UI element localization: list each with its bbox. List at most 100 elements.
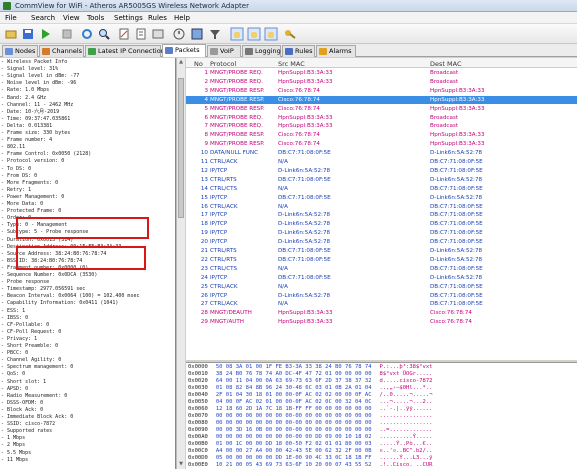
tree-node[interactable]: - Signal level: 31%: [1, 66, 58, 72]
tab-channels[interactable]: Channels: [39, 45, 84, 57]
tree-node[interactable]: - Time: 09:37:47.035861: [1, 116, 70, 122]
tree-node[interactable]: - Protected Frame: 0: [1, 208, 61, 214]
tree-node[interactable]: - Beacon Interval: 0x0064 (100) = 102.40…: [1, 293, 139, 299]
tree-node[interactable]: - Spectrum management: 0: [1, 364, 73, 370]
alarm-icon[interactable]: [172, 27, 186, 41]
packet-row[interactable]: 8 MNGT/PROBE RESP. Cisco:76:78:74 HpnSuppl:…: [186, 131, 577, 139]
scroll-thumb[interactable]: [178, 78, 184, 218]
packet-row[interactable]: 29 MNGT/AUTH HpnSuppl:B3:3A:33 Cisco:76:78:…: [186, 318, 577, 326]
tree-node[interactable]: - Retry: 1: [1, 187, 31, 193]
find-icon[interactable]: [97, 27, 111, 41]
start-icon[interactable]: [38, 27, 52, 41]
tree-node[interactable]: - CF-Pollable: 0: [1, 322, 49, 328]
tree-node[interactable]: - Protocol version: 0: [1, 158, 64, 164]
settings-icon[interactable]: [190, 27, 204, 41]
tree-node[interactable]: - Frame size: 330 bytes: [1, 130, 70, 136]
tab-latest-ip[interactable]: Latest IP Connections: [85, 45, 168, 57]
stop-icon[interactable]: [60, 27, 74, 41]
packet-row[interactable]: 6 MNGT/PROBE REQ. HpnSuppl:B3:3A:33 Broadca…: [186, 114, 577, 122]
tab-alarms[interactable]: Alarms: [316, 45, 356, 57]
packet-row[interactable]: 25 CTRL/ACK N/A DB:C7:71:08:0F:5E: [186, 283, 577, 291]
tree-node[interactable]: - Immediate Block Ack: 0: [1, 414, 73, 420]
hand2-icon[interactable]: [247, 27, 261, 41]
packet-row[interactable]: 21 CTRL/RTS DB:C7:71:08:0F:5E D-Link6n:5A:5…: [186, 247, 577, 255]
tab-rules[interactable]: Rules: [282, 45, 315, 57]
tree-node[interactable]: - QoS: 0: [1, 371, 25, 377]
tree-node[interactable]: - Wireless Packet Info: [1, 59, 67, 65]
tree-node[interactable]: - Rate: 1.0 Mbps: [1, 87, 49, 93]
tree-node[interactable]: - Band: 2.4 GHz: [1, 95, 46, 101]
packet-row[interactable]: 7 MNGT/PROBE REQ. HpnSuppl:B3:3A:33 Broadca…: [186, 122, 577, 130]
tree-node[interactable]: - From DS: 0: [1, 173, 37, 179]
hand3-icon[interactable]: [264, 27, 278, 41]
packet-row[interactable]: 20 IP/TCP D-Link6n:5A:52:78 DB:C7:71:08:0F:…: [186, 238, 577, 246]
tree-node[interactable]: - To DS: 0: [1, 166, 31, 172]
tree-node[interactable]: - 2 Mbps: [1, 442, 25, 448]
menu-view[interactable]: View: [63, 14, 80, 22]
tree-node[interactable]: - CF-Poll Request: 0: [1, 329, 61, 335]
menu-settings[interactable]: Settings: [114, 14, 143, 22]
tab-voip[interactable]: VoIP: [207, 45, 241, 57]
tree-node[interactable]: - Probe response: [1, 279, 49, 285]
tree-node[interactable]: - Block Ack: 0: [1, 407, 43, 413]
tree-node[interactable]: - Capability Information: 0x0411 (1041): [1, 300, 118, 306]
packet-row[interactable]: 12 IP/TCP D-Link6n:5A:52:78 DB:C7:71:08:0F:…: [186, 167, 577, 175]
scroll-up-icon[interactable]: ▲: [178, 59, 184, 66]
tree-node[interactable]: - Sequence Number: 0x0DCA (3530): [1, 272, 97, 278]
packet-row[interactable]: 26 IP/TCP D-Link6n:5A:52:78 DB:C7:71:08:0F:…: [186, 292, 577, 300]
packet-row[interactable]: 16 CTRL/ACK N/A DB:C7:71:08:0F:5E: [186, 203, 577, 211]
tab-logging[interactable]: Logging: [242, 45, 281, 57]
tree-node[interactable]: - Channel Agility: 0: [1, 357, 61, 363]
packet-row[interactable]: 23 CTRL/CTS N/A DB:C7:71:08:0F:5E: [186, 265, 577, 273]
rules-icon[interactable]: [151, 27, 165, 41]
tree-node[interactable]: - Timestamp: 2977.056591 sec: [1, 286, 85, 292]
tree-node[interactable]: - DSSS-OFDM: 0: [1, 400, 43, 406]
tree-node[interactable]: - Frame number: 4: [1, 137, 52, 143]
key-icon[interactable]: [283, 27, 297, 41]
menu-search[interactable]: Search: [31, 14, 55, 22]
packet-row[interactable]: 4 MNGT/PROBE RESP. Cisco:76:78:74 HpnSuppl:…: [186, 95, 577, 105]
tree-node[interactable]: - Channel: 11 - 2462 MHz: [1, 102, 73, 108]
packet-row[interactable]: 19 IP/TCP D-Link6n:5A:52:78 DB:C7:71:08:0F:…: [186, 229, 577, 237]
tree-node[interactable]: - Frame Control: 0x0050 (2128): [1, 151, 91, 157]
tree-node[interactable]: - 1 Mbps: [1, 435, 25, 441]
tree-node[interactable]: - Privacy: 1: [1, 336, 37, 342]
packet-row[interactable]: 13 CTRL/RTS DB:C7:71:08:0F:5E D-Link6n:5A:5…: [186, 176, 577, 184]
packet-row[interactable]: 28 MNGT/DEAUTH HpnSuppl:B3:3A:33 Cisco:76:7…: [186, 309, 577, 317]
report-icon[interactable]: [134, 27, 148, 41]
tree-node[interactable]: - Radio Measurement: 0: [1, 393, 67, 399]
packet-row[interactable]: 9 MNGT/PROBE RESP. Cisco:76:78:74 HpnSuppl:…: [186, 140, 577, 148]
tree-node[interactable]: - 11 Mbps: [1, 457, 28, 463]
packet-row[interactable]: 1 MNGT/PROBE REQ. HpnSuppl:B3:3A:33 Broadca…: [186, 69, 577, 77]
menu-tools[interactable]: Tools: [87, 14, 104, 22]
col-dest-mac[interactable]: Dest MAC: [430, 60, 461, 68]
menu-help[interactable]: Help: [174, 14, 190, 22]
packet-row[interactable]: 15 IP/TCP DB:C7:71:08:0F:5E D-Link6n:5A:52:…: [186, 194, 577, 202]
tree-node[interactable]: - 5.5 Mbps: [1, 450, 31, 456]
packet-row[interactable]: 27 CTRL/ACK N/A DB:C7:71:08:0F:5E: [186, 300, 577, 308]
tree-node[interactable]: - Signal level in dBm: -77: [1, 73, 79, 79]
tree-node[interactable]: - PBCC: 0: [1, 350, 28, 356]
packet-row[interactable]: 14 CTRL/CTS N/A DB:C7:71:08:0F:5E: [186, 185, 577, 193]
packet-row[interactable]: 5 MNGT/PROBE RESP. Cisco:76:78:74 HpnSuppl:…: [186, 105, 577, 113]
packet-row[interactable]: 18 IP/TCP D-Link6n:5A:52:78 DB:C7:71:08:0F:…: [186, 220, 577, 228]
tree-node[interactable]: - Delta: 0.013381: [1, 123, 52, 129]
packet-row[interactable]: 3 MNGT/PROBE RESP. Cisco:76:78:74 HpnSuppl:…: [186, 87, 577, 95]
packet-row[interactable]: 11 CTRL/ACK N/A DB:C7:71:08:0F:5E: [186, 158, 577, 166]
open-icon[interactable]: [4, 27, 18, 41]
tab-packets[interactable]: Packets: [162, 44, 206, 57]
col-protocol[interactable]: Protocol: [210, 60, 236, 68]
packet-row[interactable]: 22 CTRL/RTS DB:C7:71:08:0F:5E D-Link6n:5A:5…: [186, 256, 577, 264]
tree-node[interactable]: - More Fragments: 0: [1, 180, 58, 186]
tree-node[interactable]: - Short slot: 1: [1, 379, 46, 385]
tree-scrollbar[interactable]: ▲ ▼: [176, 58, 185, 469]
tree-node[interactable]: - Noise level in dBm: -96: [1, 80, 76, 86]
tree-node[interactable]: - APSD: 0: [1, 386, 28, 392]
refresh-icon[interactable]: [80, 27, 94, 41]
tree-node[interactable]: - Supported rates: [1, 428, 52, 434]
scroll-down-icon[interactable]: ▼: [178, 461, 184, 468]
menu-rules[interactable]: Rules: [148, 14, 167, 22]
menu-file[interactable]: File: [5, 14, 17, 22]
hand-icon[interactable]: [230, 27, 244, 41]
packet-row[interactable]: 24 IP/TCP DB:C7:71:08:0F:5E D-Link6n:5A:52:…: [186, 274, 577, 282]
